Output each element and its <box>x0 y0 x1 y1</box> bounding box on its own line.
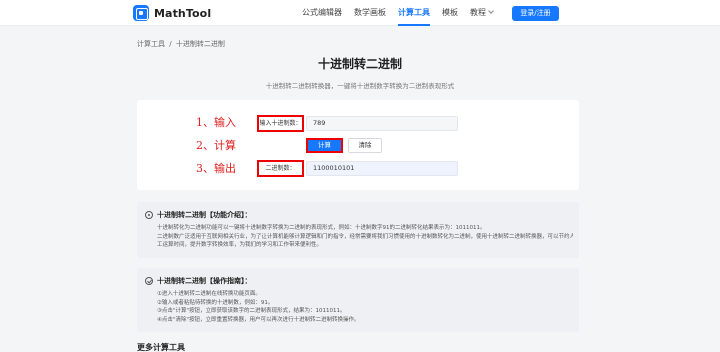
calculate-button[interactable]: 计算 <box>306 138 343 153</box>
feature-intro-line: 十进制转化为二进制功能可以一键将十进制数字转换为二进制的表现形式，例如：十进制数… <box>157 225 486 231</box>
operation-guide-step: ②输入或者粘贴待转换的十进制数，例如：91。 <box>157 299 274 306</box>
annotation-step-calc: 2、计算 <box>196 139 236 152</box>
nav-templates[interactable]: 模板 <box>436 0 464 26</box>
breadcrumb-root[interactable]: 计算工具 <box>137 40 165 48</box>
main-nav: 公式编辑器 数学画板 计算工具 模板 教程 <box>296 0 499 26</box>
annotation-step-input: 1、输入 <box>196 116 236 129</box>
more-tools-heading: 更多计算工具 <box>137 343 185 352</box>
binary-output-label: 二进制数： <box>257 160 304 177</box>
decimal-input-label: 输入十进制数： <box>257 115 304 132</box>
chevron-down-icon <box>488 8 494 14</box>
check-circle-icon <box>145 277 153 285</box>
feature-intro-line: 二进制数广泛适用于互联网相关行业，为了让计算机能够计算逻辑和门的指令，经常需要将… <box>157 233 573 240</box>
page-subtitle: 十进制转二进制转换器，一键将十进制数字转换为二进制表现形式 <box>265 82 455 90</box>
info-icon <box>145 211 153 219</box>
binary-output[interactable]: 1100010101 <box>306 161 458 176</box>
operation-guide-title: 十进制转二进制【操作指南】： <box>157 277 252 285</box>
clear-button[interactable]: 清除 <box>348 138 382 153</box>
logo-text: MathTool <box>154 6 212 20</box>
nav-tutorials[interactable]: 教程 <box>464 0 499 26</box>
feature-intro-card: 十进制转二进制【功能介绍】： 十进制转化为二进制功能可以一键将十进制数字转换为二… <box>137 202 579 258</box>
operation-guide-card: 十进制转二进制【操作指南】： ①进入十进制转二进制在线转换功能页面。 ②输入或者… <box>137 268 579 332</box>
breadcrumb-separator: / <box>169 40 172 48</box>
mathtool-logo-icon <box>133 5 149 21</box>
top-nav-bar: MathTool 公式编辑器 数学画板 计算工具 模板 教程 登录/注册 <box>0 0 720 26</box>
nav-math-board[interactable]: 数学画板 <box>348 0 392 26</box>
operation-guide-step: ①进入十进制转二进制在线转换功能页面。 <box>157 291 261 297</box>
nav-formula-editor[interactable]: 公式编辑器 <box>296 0 348 26</box>
nav-calc-tools[interactable]: 计算工具 <box>392 0 436 26</box>
breadcrumb: 计算工具 / 十进制转二进制 <box>137 39 227 49</box>
breadcrumb-current: 十进制转二进制 <box>175 40 225 48</box>
operation-guide-text: ①进入十进制转二进制在线转换功能页面。 ②输入或者粘贴待转换的十进制数，例如：9… <box>157 290 573 324</box>
page-title: 十进制转二进制 <box>317 57 402 71</box>
annotation-step-output: 3、输出 <box>196 162 236 175</box>
feature-intro-header: 十进制转二进制【功能介绍】： <box>145 210 252 220</box>
login-register-button[interactable]: 登录/注册 <box>512 6 559 21</box>
decimal-input[interactable]: 789 <box>306 116 458 131</box>
feature-intro-title: 十进制转二进制【功能介绍】： <box>157 211 252 219</box>
feature-intro-line: 工运算时间，提升数字转换效率，为我们的学习和工作带来便利性。 <box>157 242 323 248</box>
nav-tutorials-label: 教程 <box>470 8 486 17</box>
operation-guide-header: 十进制转二进制【操作指南】： <box>145 276 252 286</box>
logo[interactable]: MathTool <box>133 5 211 21</box>
operation-guide-step: ③点击"计算"按钮，立即获取该数字的二进制表现形式，结果为：1011011。 <box>157 308 346 314</box>
operation-guide-step: ④点击"清除"按钮，立即重置转换器，用户可以再次进行十进制转二进制转换操作。 <box>157 316 360 323</box>
feature-intro-text: 十进制转化为二进制功能可以一键将十进制数字转换为二进制的表现形式，例如：十进制数… <box>157 224 573 250</box>
